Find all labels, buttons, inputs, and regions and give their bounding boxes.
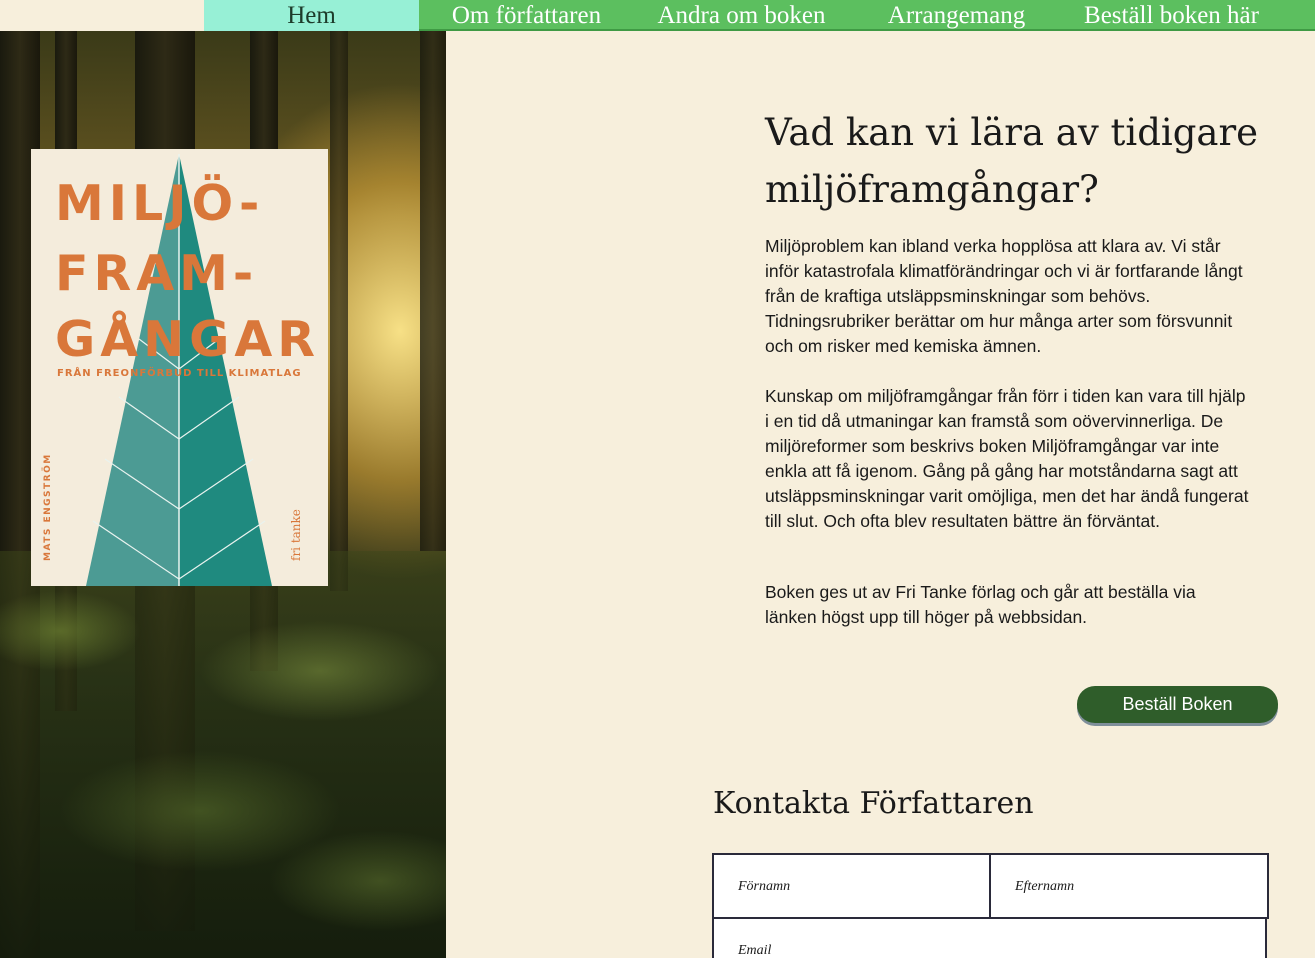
cover-title-line: FRAM- [55,245,259,302]
cover-author: MATS ENGSTRÖM [43,453,53,561]
last-name-label: Efternamn [1015,879,1075,894]
page-headline: Vad kan vi lära av tidigare miljöframgån… [765,111,1259,211]
cover-title-line: MILJÖ- [55,175,265,232]
tree-trunk [420,31,446,551]
nav-item-bestall-boken[interactable]: Beställ boken här [1064,0,1279,31]
nav-item-om-forfattaren[interactable]: Om författaren [419,0,634,31]
nav-item-hem[interactable]: Hem [204,0,419,31]
book-cover-image: MILJÖ- FRAM- GÅNGAR FRÅN FREONFÖRBUD TIL… [31,149,328,586]
intro-paragraph: Miljöproblem kan ibland verka hopplösa a… [765,236,1243,356]
last-name-field[interactable]: Efternamn [989,853,1269,919]
nav-item-arrangemang[interactable]: Arrangemang [849,0,1064,31]
nav-item-andra-om-boken[interactable]: Andra om boken [634,0,849,31]
tree-trunk [330,31,348,591]
cover-publisher: fri tanke [289,509,303,561]
forest-undergrowth [0,551,446,958]
first-name-field[interactable]: Förnamn [712,853,992,919]
email-label: Email [738,943,772,958]
first-name-label: Förnamn [738,879,791,894]
publisher-paragraph: Boken ges ut av Fri Tanke förlag och går… [765,582,1196,627]
contact-heading: Kontakta Författaren [713,786,1034,821]
top-navigation: Hem Om författaren Andra om boken Arrang… [0,0,1315,31]
cover-title-line: GÅNGAR [55,311,321,368]
body-paragraph: Kunskap om miljöframgångar från förr i t… [765,386,1249,531]
order-book-button[interactable]: Beställ Boken [1077,686,1278,723]
cover-subtitle: FRÅN FREONFÖRBUD TILL KLIMATLAG [57,368,302,379]
email-field[interactable]: Email [712,917,1267,958]
